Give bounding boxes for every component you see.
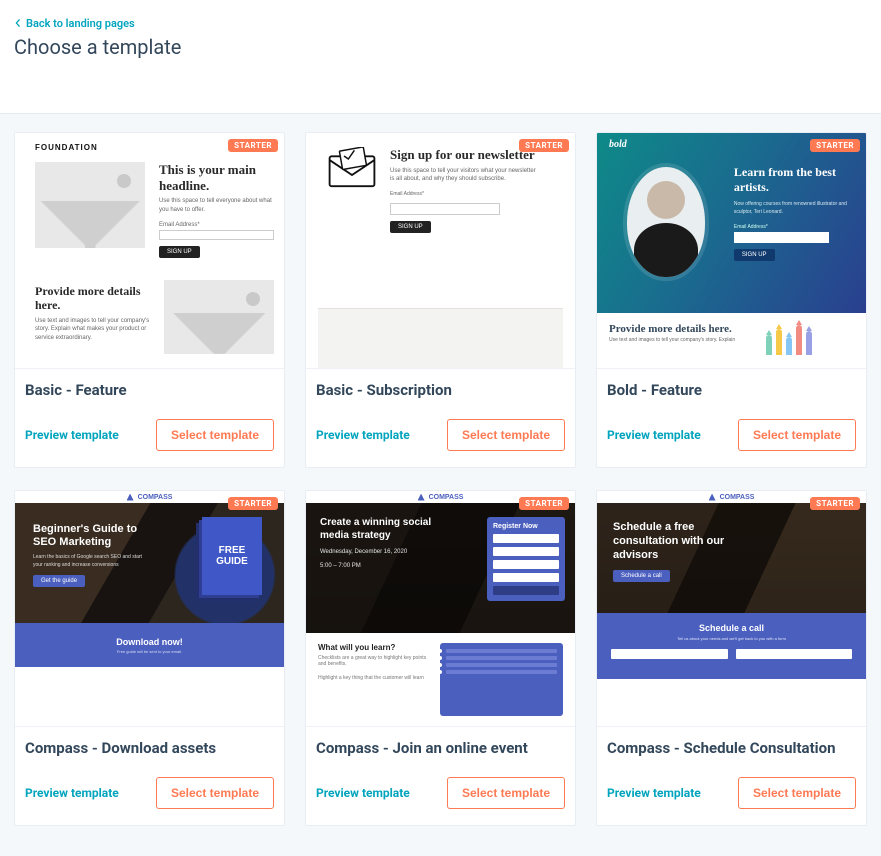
preview-strip-sub: Free guide will be sent to your email. bbox=[117, 649, 182, 654]
preview-signup-button: SIGN UP bbox=[159, 246, 200, 258]
preview-email-label: Email Address* bbox=[734, 224, 852, 230]
preview-headline: This is your main headline. bbox=[159, 162, 274, 193]
template-title: Basic - Subscription bbox=[316, 381, 565, 399]
preview-input bbox=[734, 232, 829, 243]
template-card[interactable]: STARTER COMPASS Beginner's Guide to SEO … bbox=[14, 490, 285, 826]
preview-time: 5:00 – 7:00 PM bbox=[320, 562, 477, 570]
preview-template-button[interactable]: Preview template bbox=[25, 428, 119, 442]
preview-input bbox=[159, 230, 274, 240]
preview-brand: COMPASS bbox=[720, 494, 755, 501]
preview-email-label: Email Address* bbox=[159, 222, 274, 228]
select-template-button[interactable]: Select template bbox=[447, 777, 565, 809]
preview-subtext: Use this space to tell everyone about wh… bbox=[159, 197, 274, 214]
select-template-button[interactable]: Select template bbox=[738, 777, 856, 809]
preview-cta-button: Schedule a call bbox=[613, 570, 670, 582]
starter-badge: STARTER bbox=[810, 139, 860, 152]
preview-input bbox=[390, 203, 500, 215]
preview-headline: Learn from the best artists. bbox=[734, 165, 844, 195]
preview-subtext: Learn the basics of Google search SEO an… bbox=[33, 554, 148, 569]
template-title: Compass - Schedule Consultation bbox=[607, 739, 856, 757]
template-preview: STARTER COMPASS Schedule a free consulta… bbox=[597, 491, 866, 727]
preview-subtext: Use this space to tell your visitors wha… bbox=[390, 167, 540, 184]
preview-template-button[interactable]: Preview template bbox=[607, 428, 701, 442]
preview-brand: COMPASS bbox=[429, 494, 464, 501]
preview-form-card: Register Now bbox=[487, 517, 565, 601]
pencils-icon bbox=[766, 323, 854, 355]
page-title: Choose a template bbox=[14, 35, 867, 59]
preview-email-label: Email Address* bbox=[390, 191, 540, 197]
starter-badge: STARTER bbox=[228, 139, 278, 152]
compass-logo-icon bbox=[709, 494, 716, 501]
preview-signup-button: SIGN UP bbox=[390, 221, 431, 233]
template-card[interactable]: STARTER FOUNDATION This is your main hea… bbox=[14, 132, 285, 468]
template-grid: STARTER FOUNDATION This is your main hea… bbox=[14, 132, 867, 826]
preview-logo: bold bbox=[609, 139, 627, 150]
preview-learn-sub: Checklists are a great way to highlight … bbox=[318, 655, 430, 667]
template-card[interactable]: STARTER bold Learn from the best artists… bbox=[596, 132, 867, 468]
preview-details-heading: Provide more details here. bbox=[35, 284, 150, 313]
back-link-label: Back to landing pages bbox=[26, 17, 135, 30]
select-template-button[interactable]: Select template bbox=[738, 419, 856, 451]
template-preview: STARTER Sign up for our newsletter Use t… bbox=[306, 133, 575, 369]
preview-date: Wednesday, December 16, 2020 bbox=[320, 548, 477, 556]
preview-bullet-card bbox=[440, 643, 564, 716]
preview-strip-heading: Download now! bbox=[116, 637, 183, 647]
starter-badge: STARTER bbox=[810, 497, 860, 510]
starter-badge: STARTER bbox=[519, 139, 569, 152]
template-preview: STARTER COMPASS Beginner's Guide to SEO … bbox=[15, 491, 284, 727]
preview-headline: Schedule a free consultation with our ad… bbox=[613, 521, 743, 562]
chevron-left-icon bbox=[14, 19, 22, 27]
avatar-icon bbox=[627, 167, 705, 277]
preview-template-button[interactable]: Preview template bbox=[607, 786, 701, 800]
template-title: Basic - Feature bbox=[25, 381, 274, 399]
template-title: Compass - Join an online event bbox=[316, 739, 565, 757]
template-preview: STARTER FOUNDATION This is your main hea… bbox=[15, 133, 284, 369]
preview-details-heading: Provide more details here. bbox=[609, 323, 758, 335]
starter-badge: STARTER bbox=[519, 497, 569, 510]
envelope-icon bbox=[324, 147, 380, 192]
template-card[interactable]: STARTER COMPASS Schedule a free consulta… bbox=[596, 490, 867, 826]
preview-headline: Beginner's Guide to SEO Marketing bbox=[33, 523, 148, 549]
preview-subtext: Now offering courses from renowned illus… bbox=[734, 201, 852, 216]
preview-template-button[interactable]: Preview template bbox=[316, 786, 410, 800]
preview-brand: COMPASS bbox=[138, 494, 173, 501]
template-title: Bold - Feature bbox=[607, 381, 856, 399]
template-title: Compass - Download assets bbox=[25, 739, 274, 757]
template-card[interactable]: STARTER Sign up for our newsletter Use t… bbox=[305, 132, 576, 468]
preview-strip-heading: Schedule a call bbox=[611, 623, 852, 633]
preview-strip-sub: Tell us about your needs and we'll get b… bbox=[611, 636, 852, 641]
preview-headline: Create a winning social media strategy bbox=[320, 517, 440, 542]
template-preview: STARTER bold Learn from the best artists… bbox=[597, 133, 866, 369]
image-placeholder-icon bbox=[164, 280, 274, 354]
preview-learn-heading: What will you learn? bbox=[318, 643, 430, 652]
preview-input-row bbox=[611, 649, 852, 659]
select-template-button[interactable]: Select template bbox=[156, 777, 274, 809]
preview-footer-strip bbox=[318, 308, 563, 368]
starter-badge: STARTER bbox=[228, 497, 278, 510]
back-link[interactable]: Back to landing pages bbox=[14, 17, 135, 30]
preview-template-button[interactable]: Preview template bbox=[25, 786, 119, 800]
select-template-button[interactable]: Select template bbox=[447, 419, 565, 451]
preview-cta-button: Get the guide bbox=[33, 575, 85, 587]
template-preview: STARTER COMPASS Create a winning social … bbox=[306, 491, 575, 727]
preview-signup-button: SIGN UP bbox=[734, 249, 775, 261]
preview-learn-body: Highlight a key thing that the customer … bbox=[318, 675, 430, 681]
compass-logo-icon bbox=[418, 494, 425, 501]
image-placeholder-icon bbox=[35, 162, 145, 248]
select-template-button[interactable]: Select template bbox=[156, 419, 274, 451]
compass-logo-icon bbox=[127, 494, 134, 501]
book-icon: FREE GUIDE bbox=[202, 517, 262, 595]
preview-headline: Sign up for our newsletter bbox=[390, 147, 540, 163]
preview-template-button[interactable]: Preview template bbox=[316, 428, 410, 442]
preview-form-heading: Register Now bbox=[493, 523, 559, 530]
template-card[interactable]: STARTER COMPASS Create a winning social … bbox=[305, 490, 576, 826]
preview-details-text: Use text and images to tell your company… bbox=[609, 337, 758, 344]
preview-details-text: Use text and images to tell your company… bbox=[35, 317, 150, 342]
